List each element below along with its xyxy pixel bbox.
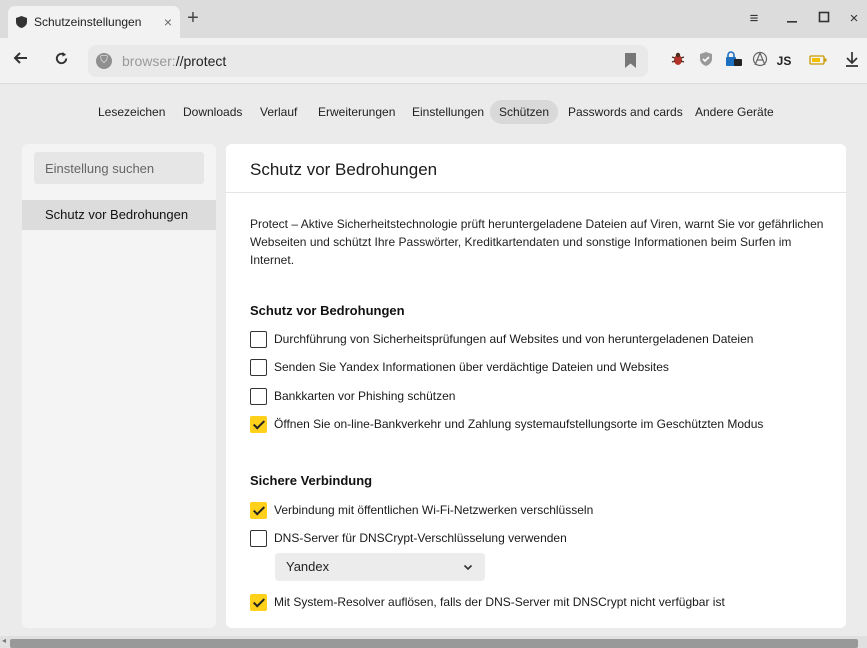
nav-link-einstellungen[interactable]: Einstellungen (412, 100, 484, 124)
address-toolbar: ⛉ browser://protect JS (0, 38, 867, 84)
section-title-secure-connection: Sichere Verbindung (250, 473, 373, 488)
divider (226, 192, 846, 193)
sidebar-item-threat-protection[interactable]: Schutz vor Bedrohungen (22, 200, 216, 230)
settings-sidebar: Schutz vor Bedrohungen (22, 144, 216, 628)
reload-icon[interactable] (50, 50, 72, 72)
checkbox[interactable] (250, 529, 267, 547)
url-text: browser://protect (122, 53, 227, 69)
checkbox[interactable] (250, 387, 267, 405)
option-protected-mode[interactable]: Öffnen Sie on-line-Bankverkehr und Zahlu… (250, 415, 763, 433)
checkbox[interactable] (250, 415, 267, 433)
menu-icon[interactable]: ≡ (744, 10, 764, 28)
lock-extension-icon[interactable] (724, 51, 744, 71)
checkbox[interactable] (250, 358, 267, 376)
option-security-checks[interactable]: Durchführung von Sicherheitsprüfungen au… (250, 330, 753, 348)
nav-link-downloads[interactable]: Downloads (183, 100, 242, 124)
address-bar[interactable]: ⛉ browser://protect (88, 45, 648, 77)
bookmark-icon[interactable] (625, 53, 636, 68)
option-system-resolver[interactable]: Mit System-Resolver auflösen, falls der … (250, 593, 725, 611)
checkbox[interactable] (250, 501, 267, 519)
download-icon[interactable] (842, 51, 862, 71)
checkbox[interactable] (250, 593, 267, 611)
back-arrow-icon[interactable] (10, 50, 32, 72)
maximize-icon[interactable] (814, 10, 834, 28)
minimize-icon[interactable] (782, 10, 802, 28)
dns-server-value: Yandex (286, 559, 330, 574)
nav-link-lesezeichen[interactable]: Lesezeichen (98, 100, 165, 124)
nav-link-andere-geraete[interactable]: Andere Geräte (695, 100, 774, 124)
option-dnscrypt[interactable]: DNS-Server für DNSCrypt-Verschlüsselung … (250, 529, 567, 547)
anarchy-extension-icon[interactable] (750, 51, 770, 71)
checkbox[interactable] (250, 330, 267, 348)
battery-icon[interactable] (808, 51, 828, 71)
page-title: Schutz vor Bedrohungen (250, 160, 438, 179)
dns-server-select[interactable]: Yandex (275, 553, 485, 581)
shield-icon (16, 16, 27, 28)
bug-icon[interactable] (668, 51, 688, 71)
js-toggle-icon[interactable]: JS (774, 51, 794, 71)
tab-title: Schutzeinstellungen (34, 15, 142, 29)
tab-strip: Schutzeinstellungen × + ≡ × (0, 0, 867, 38)
option-encrypt-wifi[interactable]: Verbindung mit öffentlichen Wi-Fi-Netzwe… (250, 501, 593, 519)
nav-link-passwords[interactable]: Passwords and cards (568, 100, 683, 124)
horizontal-scrollbar[interactable]: ◂ (0, 636, 867, 648)
settings-panel: Schutz vor Bedrohungen Protect – Aktive … (226, 144, 846, 628)
nav-link-verlauf[interactable]: Verlauf (260, 100, 297, 124)
tab-active[interactable]: Schutzeinstellungen × (8, 6, 180, 38)
site-info-icon[interactable]: ⛉ (96, 53, 112, 69)
shield-extension-icon[interactable] (696, 51, 716, 71)
option-bankcard-phishing[interactable]: Bankkarten vor Phishing schützen (250, 387, 455, 405)
chevron-down-icon (463, 553, 473, 581)
option-send-yandex-info[interactable]: Senden Sie Yandex Informationen über ver… (250, 358, 669, 376)
settings-search-input[interactable] (34, 152, 204, 184)
protect-description: Protect – Aktive Sicherheitstechnologie … (250, 217, 824, 267)
close-window-icon[interactable]: × (844, 10, 864, 28)
scroll-left-icon[interactable]: ◂ (2, 636, 6, 645)
nav-link-erweiterungen[interactable]: Erweiterungen (318, 100, 395, 124)
new-tab-button[interactable]: + (182, 8, 204, 30)
section-title-threat-protection: Schutz vor Bedrohungen (250, 303, 405, 318)
scrollbar-thumb[interactable] (10, 639, 858, 648)
settings-nav: Lesezeichen Downloads Verlauf Erweiterun… (0, 100, 867, 126)
nav-link-schuetzen[interactable]: Schützen (490, 100, 559, 124)
close-tab-icon[interactable]: × (164, 14, 172, 30)
